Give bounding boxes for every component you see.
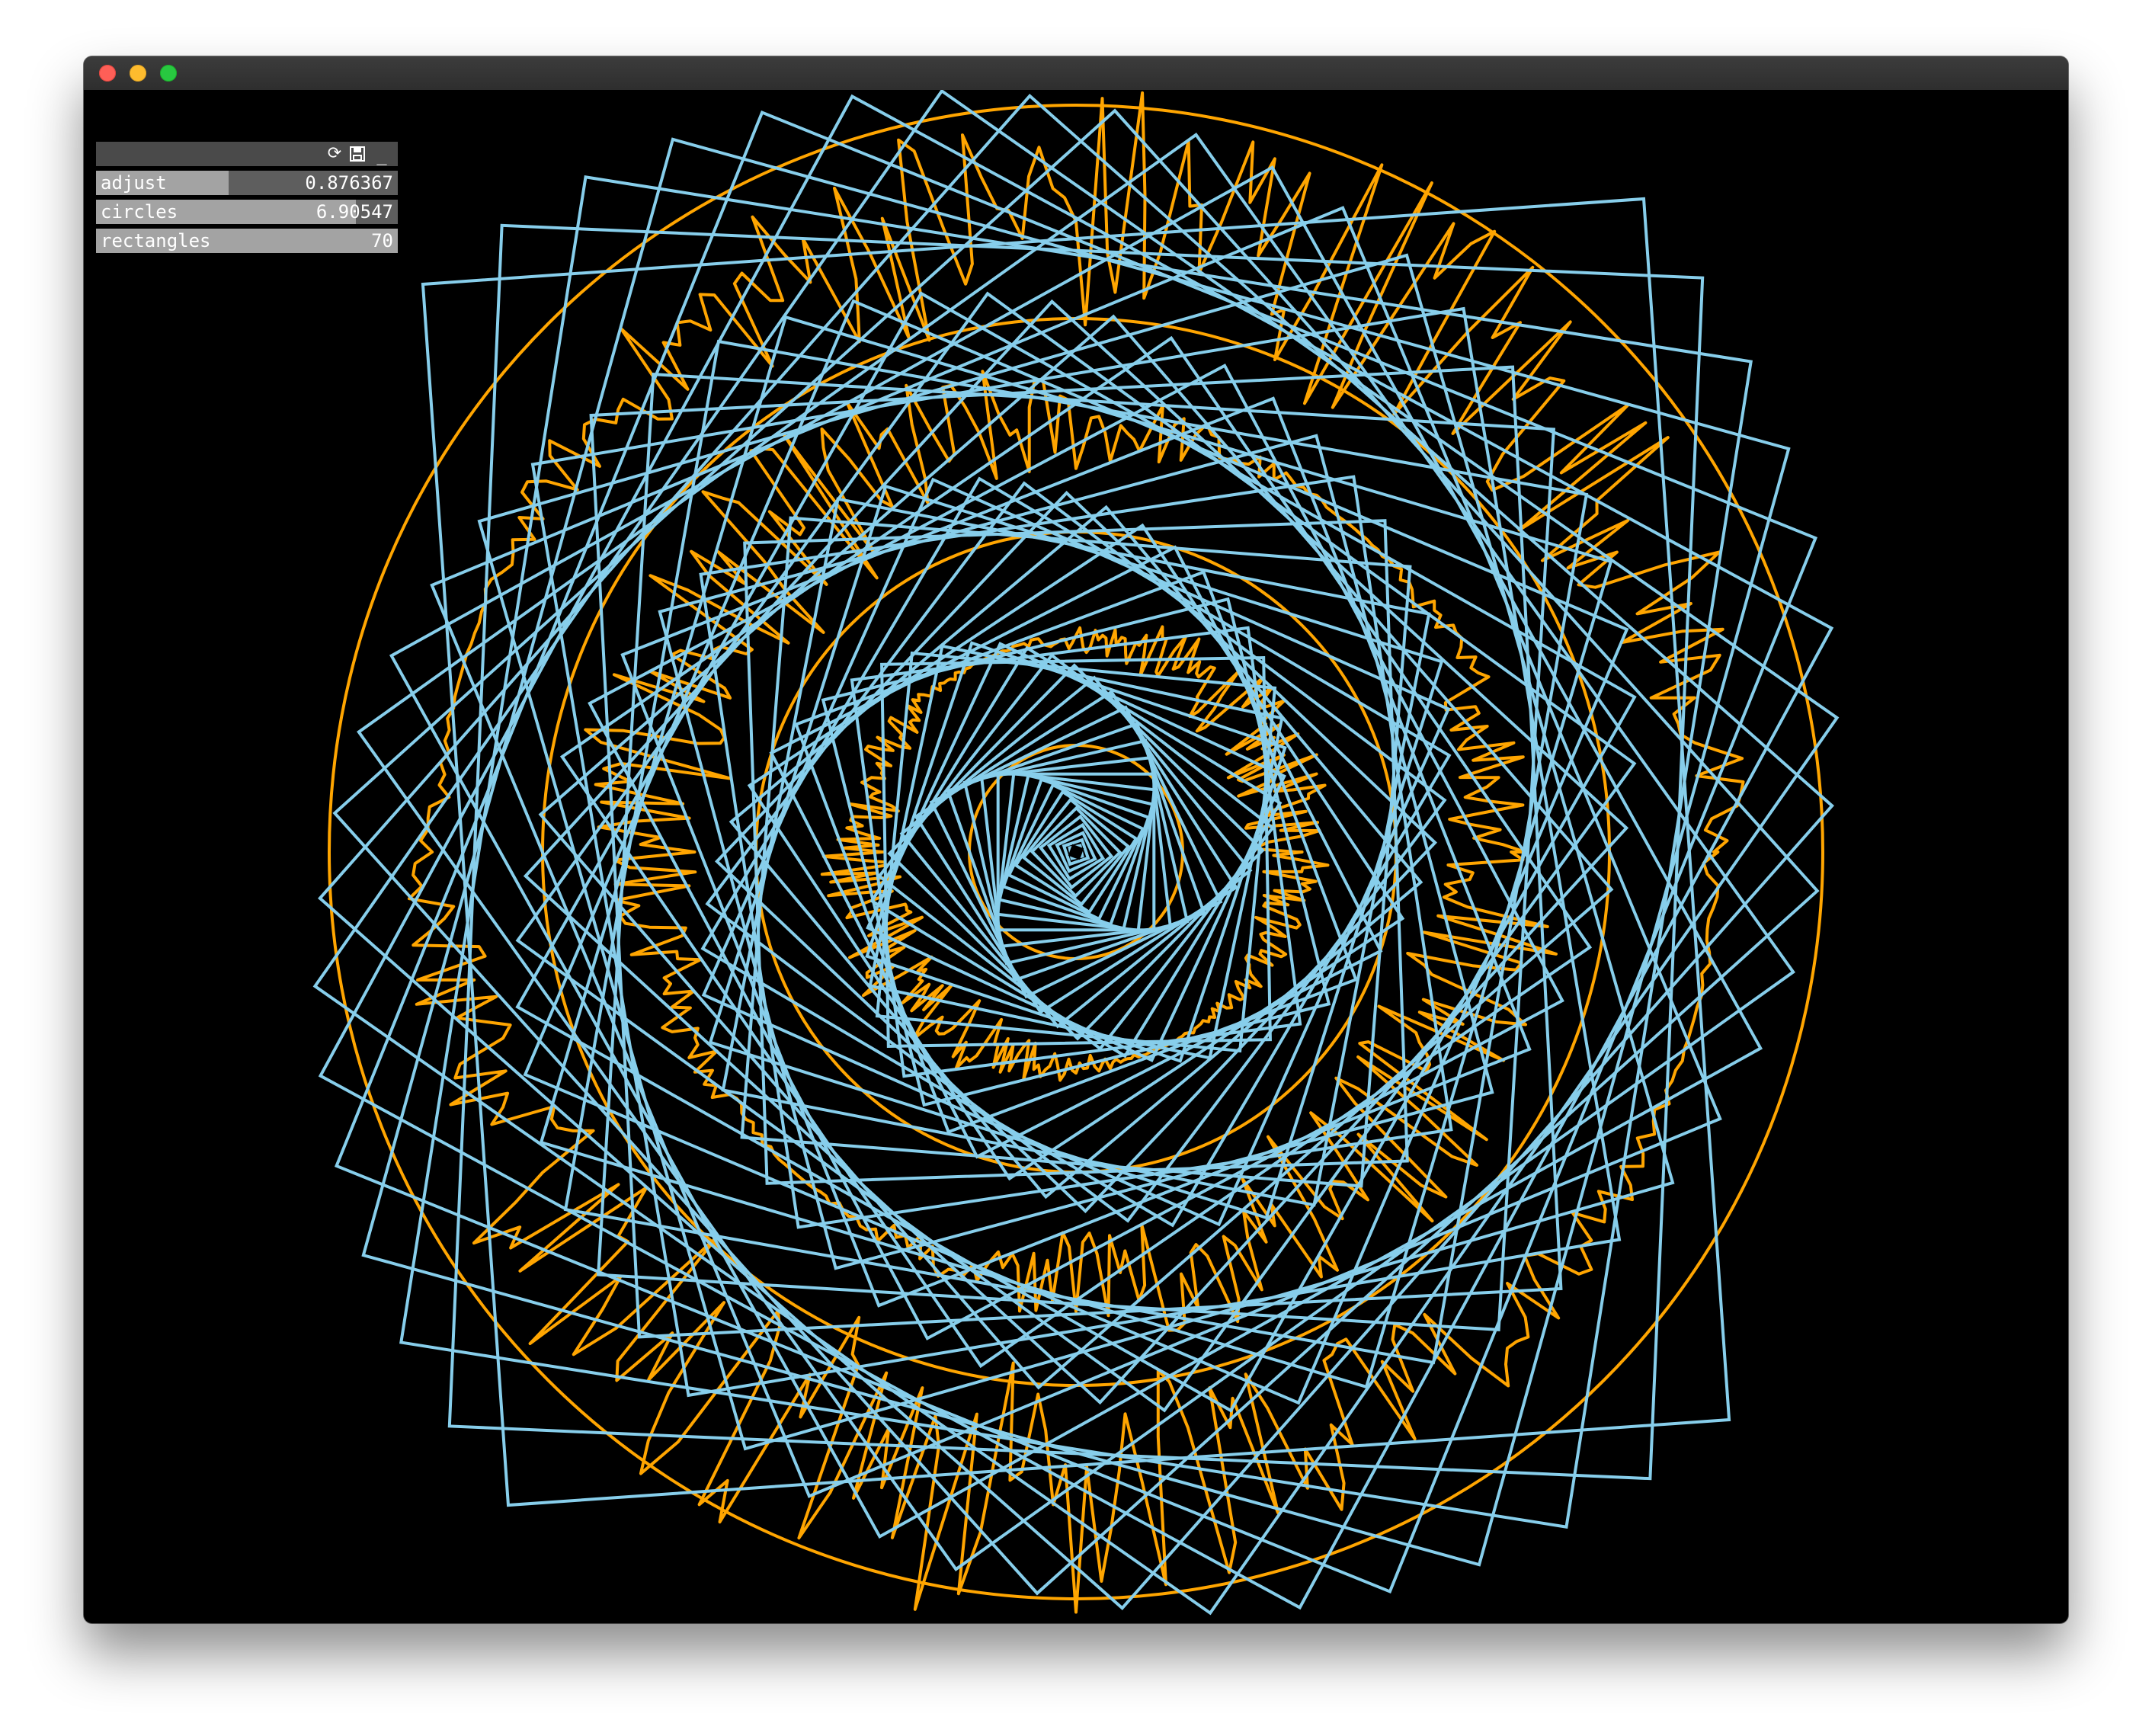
circles-slider[interactable]: circles 6.90547 <box>96 200 398 224</box>
slider-value: 6.90547 <box>315 201 393 223</box>
zoom-button[interactable] <box>160 65 177 82</box>
title-bar[interactable] <box>84 56 2068 91</box>
generative-art <box>312 90 1840 1616</box>
save-icon[interactable] <box>347 142 367 166</box>
reload-icon[interactable]: ⟳ <box>325 142 344 166</box>
rectangles-slider[interactable]: rectangles 70 <box>96 229 398 253</box>
adjust-slider[interactable]: adjust 0.876367 <box>96 171 398 195</box>
slider-label: rectangles <box>101 230 211 251</box>
minimize-button[interactable] <box>130 65 146 82</box>
slider-label: adjust <box>101 172 167 194</box>
slider-label: circles <box>101 201 178 223</box>
slider-value: 70 <box>371 230 393 251</box>
parameter-panel: ⟳ _ adjust 0.876367 circles 6.90547 rect… <box>96 142 398 258</box>
close-button[interactable] <box>99 65 116 82</box>
panel-header[interactable]: ⟳ _ <box>96 142 398 166</box>
sketch-canvas[interactable]: ⟳ _ adjust 0.876367 circles 6.90547 rect… <box>84 90 2068 1623</box>
minimize-panel-icon[interactable]: _ <box>372 142 392 166</box>
slider-value: 0.876367 <box>305 172 393 194</box>
app-window: ⟳ _ adjust 0.876367 circles 6.90547 rect… <box>84 56 2068 1623</box>
